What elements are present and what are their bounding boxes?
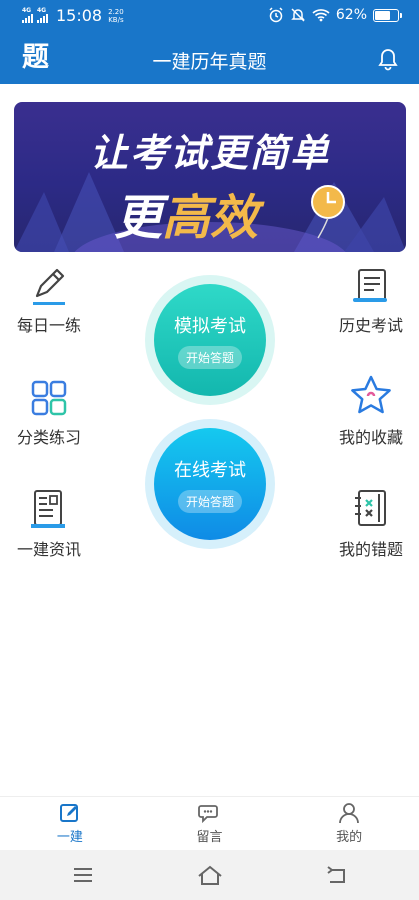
wrong-answers-label: 我的错题 [338,540,403,559]
category-practice-label: 分类练习 [16,428,81,447]
daily-practice-button[interactable]: 每日一练 [14,266,84,336]
grid-icon [31,380,67,416]
online-exam-start[interactable]: 开始答题 [177,489,242,513]
news-label: 一建资讯 [16,540,81,559]
status-bar: 4G 4G 15:08 2.20 KB/s 62% [0,0,419,34]
bell-icon[interactable] [377,47,399,71]
speed-value: 2.20 [108,7,124,16]
banner-subheadline-prefix: 更 [114,190,163,246]
wifi-icon [312,9,330,22]
speed-unit: KB/s [108,15,124,24]
network-speed: 2.20 KB/s [108,8,124,24]
status-left: 4G 4G 15:08 2.20 KB/s [22,6,124,25]
online-exam-circle: 在线考试 开始答题 [154,428,266,540]
daily-practice-label: 每日一练 [16,316,81,335]
signal-icon: 4G [22,8,33,23]
alarm-icon [269,7,283,23]
favorites-button[interactable]: 我的收藏 [332,374,410,448]
home-icon[interactable] [197,864,223,886]
page-title: 一建历年真题 [152,51,267,73]
online-exam-button[interactable]: 在线考试 开始答题 [145,419,275,549]
star-icon [351,375,391,414]
clock-icon [311,185,345,239]
user-icon [339,803,360,824]
tab-profile-label: 我的 [336,830,363,845]
battery-percent: 62% [335,7,367,23]
history-exam-button[interactable]: 历史考试 [332,266,410,336]
mute-icon [291,8,305,22]
bottom-tab-bar: 一建 留言 我的 [0,796,419,850]
category-practice-button[interactable]: 分类练习 [14,378,84,448]
banner-subheadline: 更高效 [114,178,258,248]
edit-icon [59,804,78,822]
clock: 15:08 [56,6,103,25]
tab-home[interactable]: 一建 [0,797,140,850]
history-exam-label: 历史考试 [338,316,403,335]
status-right: 62% [268,7,402,23]
menu-icon[interactable] [72,864,94,886]
chat-icon [197,805,218,824]
tab-messages-label: 留言 [196,830,223,845]
back-icon[interactable] [326,864,348,886]
battery-icon [373,8,402,22]
wrong-answers-button[interactable]: 我的错题 [332,488,410,560]
mock-exam-start[interactable]: 开始答题 [177,345,242,369]
banner-headline: 让考试更简单 [89,131,330,175]
banner-subheadline-highlight: 高效 [162,190,259,246]
notebook-icon [355,490,386,526]
newspaper-icon [31,490,65,528]
tab-profile[interactable]: 我的 [279,797,419,850]
mock-exam-circle: 模拟考试 开始答题 [154,284,266,396]
tab-messages[interactable]: 留言 [140,797,280,850]
mock-exam-title: 模拟考试 [174,315,246,337]
tab-home-label: 一建 [56,830,83,845]
news-button[interactable]: 一建资讯 [14,488,84,560]
pencil-icon [33,268,65,305]
signal-icon: 4G [37,8,48,23]
system-nav-bar [0,850,419,900]
favorites-label: 我的收藏 [338,428,403,447]
app-bar: 题 一建历年真题 [0,34,419,84]
promo-banner[interactable]: 让考试更简单 更高效 [14,102,406,252]
mock-exam-button[interactable]: 模拟考试 开始答题 [145,275,275,405]
online-exam-title: 在线考试 [174,459,246,481]
scroll-icon [353,269,387,302]
